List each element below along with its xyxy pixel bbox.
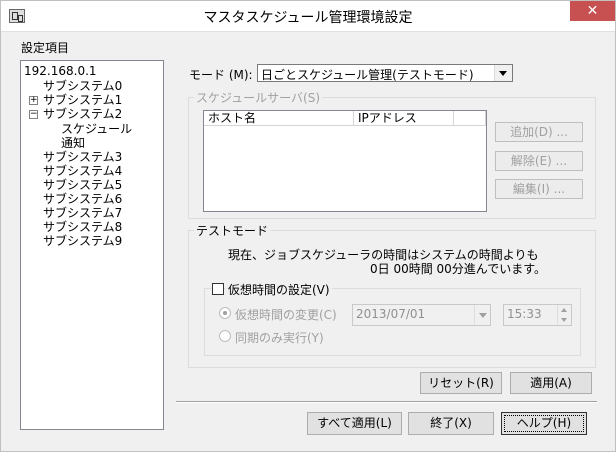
- spin-arrows-icon[interactable]: [557, 305, 571, 325]
- change-virtual-time-label[interactable]: 仮想時間の変更(C): [235, 306, 337, 323]
- tree-item-subsystem2[interactable]: サブシステム2: [43, 107, 122, 121]
- section-label: 設定項目: [21, 41, 70, 55]
- expand-icon[interactable]: +: [29, 96, 38, 105]
- mode-label: モード (M):: [189, 68, 253, 82]
- time-spinner[interactable]: 15:33: [503, 304, 572, 326]
- separator: [176, 401, 597, 403]
- tree-item-subsystem6[interactable]: サブシステム6: [43, 192, 122, 206]
- mode-selected-value: 日ごとスケジュール管理(テストモード): [261, 68, 474, 82]
- title-bar[interactable]: マスタスケジュール管理環境設定 ✕: [1, 1, 615, 32]
- test-mode-group-title: テストモード: [194, 222, 271, 239]
- remove-server-button[interactable]: 解除(E) ...: [495, 151, 583, 171]
- mode-select[interactable]: 日ごとスケジュール管理(テストモード): [257, 64, 513, 82]
- help-button[interactable]: ヘルプ(H): [501, 412, 587, 435]
- tree-item-subsystem5[interactable]: サブシステム5: [43, 178, 122, 192]
- virtual-time-label[interactable]: 仮想時間の設定(V): [226, 281, 332, 298]
- virtual-time-checkbox[interactable]: [212, 283, 224, 295]
- tree-item-host[interactable]: 192.168.0.1: [24, 64, 97, 78]
- apply-all-button[interactable]: すべて適用(L): [307, 412, 402, 435]
- add-server-button[interactable]: 追加(D) ...: [495, 122, 583, 142]
- change-virtual-time-radio[interactable]: [219, 307, 231, 319]
- settings-tree[interactable]: 192.168.0.1 サブシステム0 + サブシステム1 − サブシステム2 …: [20, 60, 164, 430]
- tree-item-subsystem3[interactable]: サブシステム3: [43, 150, 122, 164]
- tree-item-notify[interactable]: 通知: [61, 136, 85, 150]
- column-ip-address[interactable]: IPアドレス: [354, 111, 454, 126]
- reset-button[interactable]: リセット(R): [420, 372, 502, 394]
- exit-button[interactable]: 終了(X): [408, 412, 494, 435]
- chevron-down-icon[interactable]: [494, 65, 512, 81]
- window-title: マスタスケジュール管理環境設定: [203, 10, 413, 26]
- schedule-server-group-title: スケジュールサーバ(S): [194, 89, 323, 106]
- time-value: 15:33: [507, 307, 542, 321]
- tree-item-subsystem0[interactable]: サブシステム0: [43, 79, 122, 93]
- apply-button[interactable]: 適用(A): [510, 372, 592, 394]
- column-hostname[interactable]: ホスト名: [204, 111, 354, 126]
- close-button[interactable]: ✕: [570, 1, 615, 21]
- settings-window: マスタスケジュール管理環境設定 ✕ 設定項目 192.168.0.1 サブシステ…: [0, 0, 616, 452]
- tree-item-subsystem7[interactable]: サブシステム7: [43, 206, 122, 220]
- server-list[interactable]: ホスト名 IPアドレス: [203, 110, 487, 212]
- time-offset-line2: 0日 00時間 00分進んでいます。: [370, 262, 547, 276]
- edit-server-button[interactable]: 編集(I) ...: [495, 179, 583, 199]
- tree-item-subsystem4[interactable]: サブシステム4: [43, 164, 122, 178]
- collapse-icon[interactable]: −: [29, 110, 38, 119]
- tree-item-subsystem8[interactable]: サブシステム8: [43, 220, 122, 234]
- column-extra[interactable]: [454, 111, 486, 126]
- date-value: 2013/07/01: [356, 307, 426, 321]
- tree-item-subsystem9[interactable]: サブシステム9: [43, 234, 122, 248]
- tree-item-schedule[interactable]: スケジュール: [61, 122, 132, 136]
- sync-only-label[interactable]: 同期のみ実行(Y): [235, 329, 324, 346]
- tree-item-subsystem1[interactable]: サブシステム1: [43, 93, 122, 107]
- date-picker[interactable]: 2013/07/01: [352, 304, 491, 326]
- sync-only-radio[interactable]: [219, 330, 231, 342]
- chevron-down-icon[interactable]: [474, 305, 490, 325]
